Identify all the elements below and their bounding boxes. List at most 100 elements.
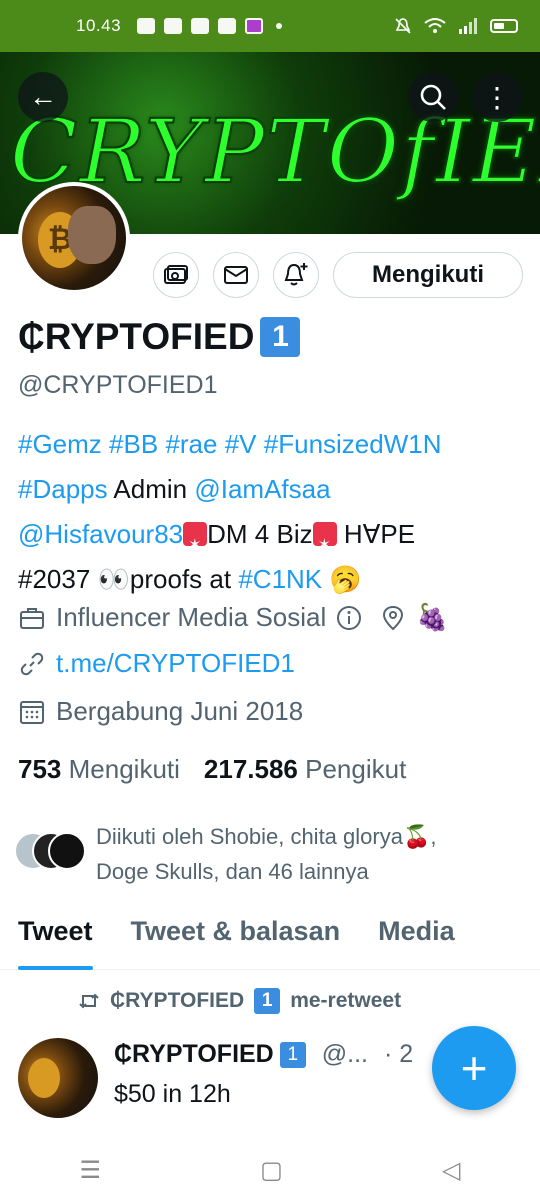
tab-media[interactable]: Media — [378, 906, 455, 970]
status-time: 10.43 — [76, 16, 122, 35]
following-count[interactable]: 753 Mengikuti — [18, 754, 180, 785]
info-icon[interactable] — [336, 605, 362, 631]
hashtag-dapps[interactable]: #Dapps — [18, 474, 108, 504]
back-button[interactable]: ← — [18, 72, 68, 122]
status-bar: 10.43 — [0, 0, 540, 52]
profile-website-link[interactable]: t.me/CRYPTOFIED1 — [56, 648, 295, 679]
followed-by[interactable]: Diikuti oleh Shobie, chita glorya🍒, Doge… — [14, 820, 516, 889]
followers-count[interactable]: 217.586 Pengikut — [204, 754, 406, 785]
youtube-icon — [218, 18, 237, 34]
tweet-author-handle: @... — [321, 1040, 368, 1068]
following-count-label: Mengikuti — [68, 754, 180, 784]
back-icon[interactable]: ◁ — [442, 1156, 460, 1185]
profile-category: Influencer Media Sosial — [56, 602, 327, 632]
followed-by-line2: Doge Skulls, dan 46 lainnya — [96, 859, 369, 884]
profile-bio: #Gemz #BB #rae #V #FunsizedW1N #Dapps Ad… — [18, 422, 523, 603]
hashtag-v[interactable]: #V — [225, 429, 257, 459]
profile-name: ₵RYPTOFIED 1 — [18, 316, 301, 358]
android-nav-bar: ☰ ▢ ◁ — [0, 1140, 540, 1200]
bio-hype-text: H∀PE — [343, 519, 416, 549]
profile-counts: 753 Mengikuti 217.586 Pengikut — [18, 754, 406, 785]
search-icon — [420, 84, 446, 110]
followed-by-avatars — [14, 832, 86, 872]
siren-emoji-icon — [312, 522, 337, 568]
following-count-value: 753 — [18, 754, 62, 784]
tweet-author-badge: 1 — [279, 1041, 306, 1068]
money-icon — [164, 265, 188, 284]
message-button[interactable] — [213, 252, 259, 298]
siren-emoji-icon — [183, 522, 208, 568]
app-icon — [245, 18, 264, 34]
profile-tabs: Tweet Tweet & balasan Media — [0, 906, 540, 970]
mention-hisfavour83[interactable]: @Hisfavour83 — [18, 519, 183, 549]
link-icon — [20, 652, 44, 675]
retweet-indicator: ₵RYPTOFIED 1 me-retweet — [78, 988, 401, 1014]
followed-by-text: Diikuti oleh Shobie, chita glorya🍒, Doge… — [96, 824, 437, 884]
briefcase-icon — [20, 607, 44, 629]
more-vertical-icon: ⋮ — [483, 81, 511, 113]
profile-handle: @CRYPTOFIED1 — [18, 371, 218, 399]
yawning-face-emoji-icon: 🥱 — [329, 565, 362, 595]
retweet-name: ₵RYPTOFIED — [110, 989, 245, 1012]
mute-icon — [395, 18, 411, 34]
battery-icon — [490, 19, 518, 33]
tip-button[interactable] — [153, 252, 199, 298]
notifications-button[interactable] — [273, 252, 319, 298]
more-options-button[interactable]: ⋮ — [472, 72, 522, 122]
bitcoin-coin-icon — [28, 1058, 60, 1098]
bio-admin-text: Admin — [113, 474, 188, 504]
status-left-icons — [137, 18, 283, 34]
status-right-icons — [394, 17, 518, 35]
bio-dm-text: DM 4 Biz — [207, 519, 313, 549]
plus-icon: + — [460, 1042, 488, 1094]
discord-icon — [137, 18, 156, 34]
name-badge: 1 — [260, 317, 301, 357]
followers-count-label: Pengikut — [305, 754, 407, 784]
retweet-label: me-retweet — [290, 989, 402, 1012]
mail-icon — [224, 266, 248, 284]
signal-icon — [459, 18, 477, 34]
bio-proofs-text: proofs at — [129, 564, 232, 594]
tweet-header: ₵RYPTOFIED 1 @... · 2 — [114, 1040, 413, 1069]
telegram-icon — [164, 18, 183, 34]
bio-number-text: #2037 — [18, 564, 91, 594]
tweet-author-avatar[interactable] — [18, 1038, 98, 1118]
mention-iamafsaa[interactable]: @IamAfsaa — [194, 474, 330, 504]
notification-dot-icon — [276, 23, 283, 29]
followed-by-line1: Diikuti oleh Shobie, chita glorya — [96, 824, 403, 849]
retweet-badge: 1 — [254, 988, 281, 1014]
tab-tweet-replies[interactable]: Tweet & balasan — [131, 906, 341, 970]
profile-actions: Mengikuti — [0, 252, 540, 300]
profile-link-row: t.me/CRYPTOFIED1 — [18, 648, 295, 679]
compose-tweet-button[interactable]: + — [432, 1026, 516, 1110]
avatar — [48, 832, 86, 870]
link-icon — [191, 18, 210, 34]
bell-plus-icon — [284, 263, 308, 286]
hashtag-c1nk[interactable]: #C1NK — [238, 564, 322, 594]
tweet-author-name[interactable]: ₵RYPTOFIED — [114, 1040, 274, 1069]
followers-count-value: 217.586 — [203, 754, 298, 784]
hashtag-gemz[interactable]: #Gemz — [18, 429, 102, 459]
eyes-emoji-icon: 👀 — [97, 565, 130, 595]
wifi-icon — [424, 18, 446, 33]
hashtag-bb[interactable]: #BB — [109, 429, 158, 459]
following-button[interactable]: Mengikuti — [333, 252, 523, 298]
grapes-emoji-icon: 🍇 — [416, 602, 449, 633]
profile-category-row: Influencer Media Sosial 🍇 — [18, 602, 449, 633]
hashtag-rae[interactable]: #rae — [165, 429, 217, 459]
retweet-icon — [79, 993, 99, 1009]
location-pin-icon — [383, 605, 404, 630]
profile-joined-row: Bergabung Juni 2018 — [18, 696, 303, 727]
search-button[interactable] — [408, 72, 458, 122]
calendar-icon — [20, 700, 44, 724]
tweet-time: · 2 — [383, 1040, 414, 1068]
tab-tweet[interactable]: Tweet — [18, 906, 93, 970]
profile-joined: Bergabung Juni 2018 — [56, 696, 304, 726]
home-icon[interactable]: ▢ — [260, 1156, 283, 1185]
recent-apps-icon[interactable]: ☰ — [80, 1156, 102, 1185]
tweet-text: $50 in 12h — [114, 1080, 231, 1108]
cherries-emoji-icon: 🍒 — [402, 825, 431, 850]
hashtag-funsized[interactable]: #FunsizedW1N — [264, 429, 442, 459]
back-arrow-icon: ← — [29, 81, 57, 112]
profile-name-text: ₵RYPTOFIED — [18, 316, 255, 357]
